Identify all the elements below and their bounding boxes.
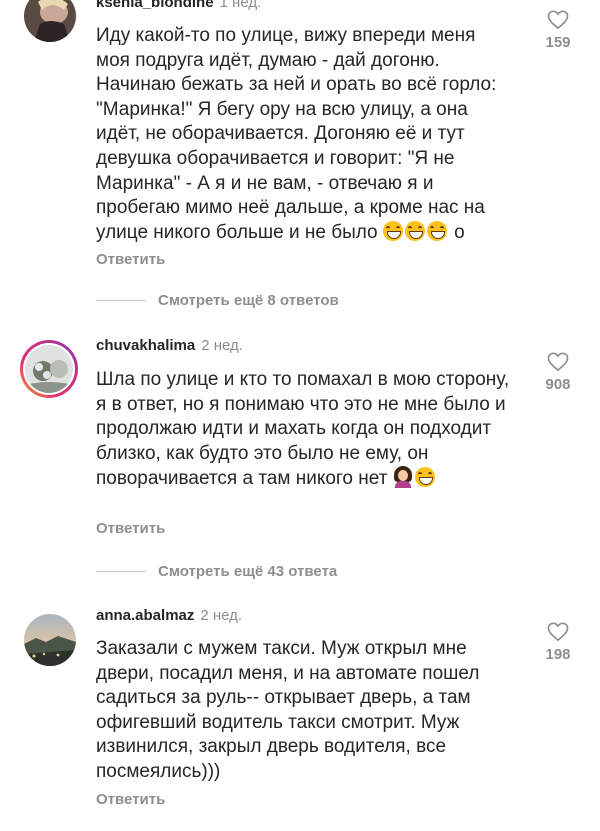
username[interactable]: ksenia_blondine [96,0,214,11]
reply-button[interactable]: Ответить [96,251,165,268]
timestamp: 2 нед. [201,337,243,354]
username[interactable]: anna.abalmaz [96,607,194,624]
username[interactable]: chuvakhalima [96,337,195,354]
reply-button[interactable]: Ответить [96,791,165,808]
view-more-label: Смотреть ещё 43 ответа [158,563,338,580]
like-count: 159 [545,34,571,51]
heart-outline-icon [547,352,569,372]
grinning-sweat-emoji [414,467,435,488]
avatar[interactable] [20,340,78,398]
avatar-photo [24,0,76,42]
like-count: 198 [545,646,571,663]
avatar[interactable] [24,0,76,42]
comment-meta: ksenia_blondine 1 нед. [96,0,261,11]
grinning-sweat-emoji [382,220,403,241]
heart-outline-icon [547,622,569,642]
avatar[interactable] [24,614,76,666]
timestamp: 1 нед. [219,0,262,11]
comment-text: Иду какой-то по улице, вижу впереди меня… [96,24,514,245]
divider-line [96,300,146,301]
woman-facepalm-emoji [393,466,413,489]
divider-line [96,571,146,572]
view-more-replies[interactable]: Смотреть ещё 43 ответа [96,563,337,580]
avatar-ring-gap [23,343,75,395]
comment-tail: о [454,221,465,243]
like-button[interactable]: 159 [540,10,576,51]
like-button[interactable]: 908 [540,352,576,393]
avatar-photo [24,614,76,666]
comment-body: Иду какой-то по улице, вижу впереди меня… [96,25,497,243]
heart-outline-icon [547,10,569,30]
grinning-sweat-emoji [404,220,425,241]
reply-button[interactable]: Ответить [96,520,165,537]
comment-meta: chuvakhalima 2 нед. [96,337,243,354]
avatar-photo [25,345,73,393]
timestamp: 2 нед. [200,607,243,624]
comment-body: Шла по улице и кто то помахал в мою стор… [96,369,510,490]
grinning-sweat-emoji [426,220,447,241]
comment-meta: anna.abalmaz 2 нед. [96,607,242,624]
like-button[interactable]: 198 [540,622,576,663]
comment-text: Шла по улице и кто то помахал в мою стор… [96,368,514,492]
view-more-replies[interactable]: Смотреть ещё 8 ответов [96,292,339,309]
like-count: 908 [545,376,571,393]
comment-text: Заказали с мужем такси. Муж открыл мне д… [96,638,480,782]
view-more-label: Смотреть ещё 8 ответов [158,292,339,309]
